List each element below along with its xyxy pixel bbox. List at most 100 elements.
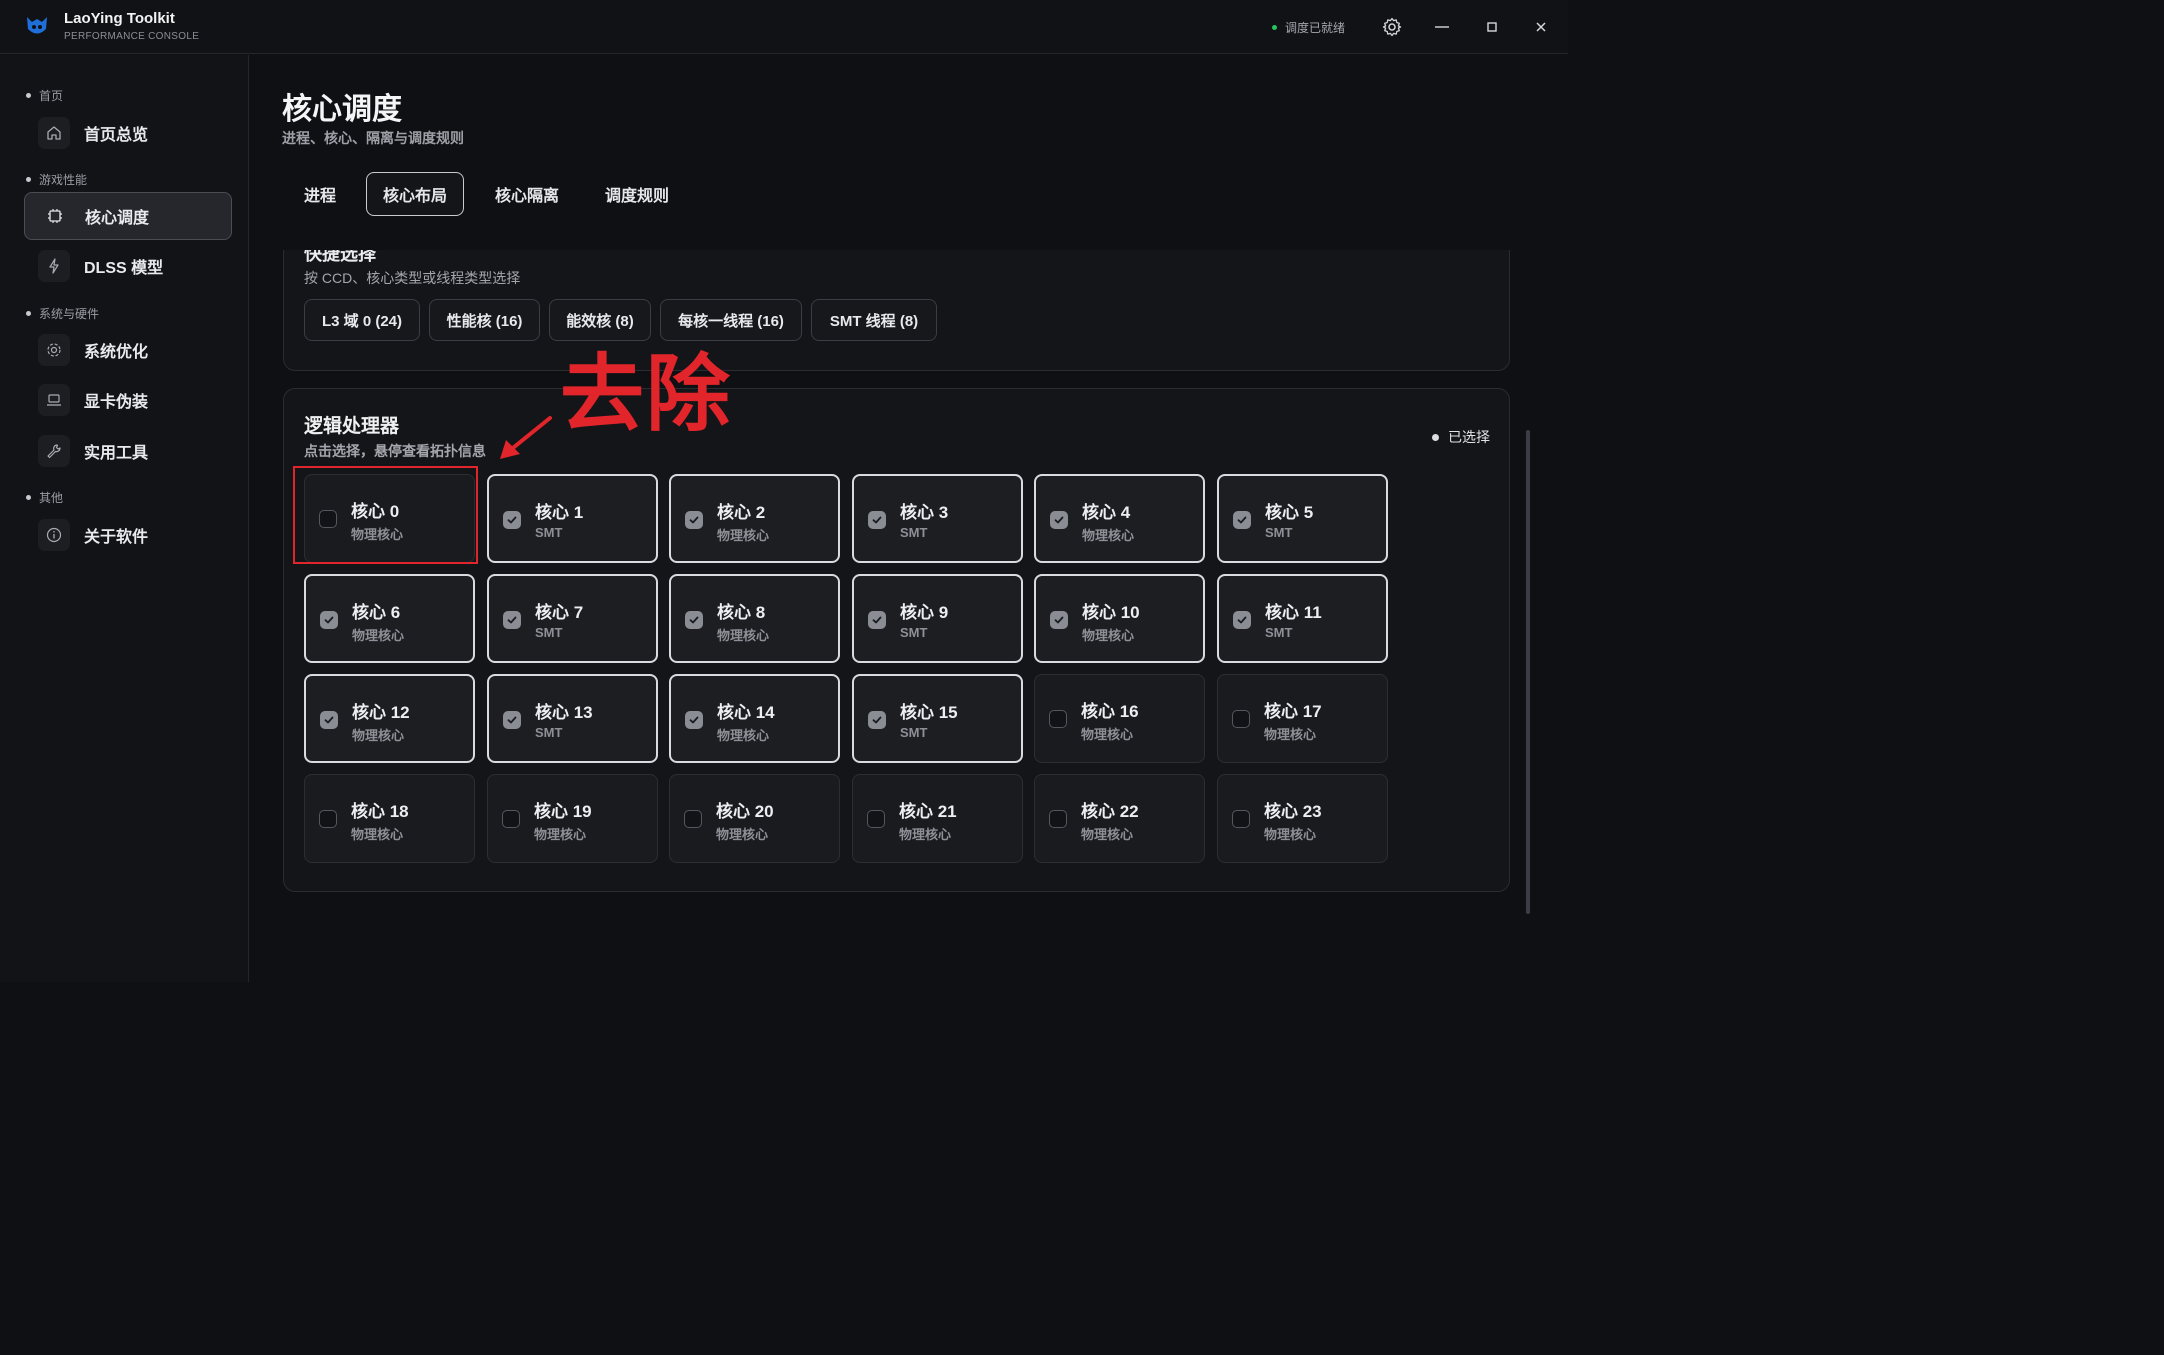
checkbox-checked-icon[interactable] xyxy=(868,711,886,729)
tab-core-isolation[interactable]: 核心隔离 xyxy=(478,172,576,216)
checkbox-unchecked-icon[interactable] xyxy=(1049,710,1067,728)
sidebar-item-about[interactable]: 关于软件 xyxy=(24,511,232,559)
settings-button[interactable] xyxy=(1379,14,1405,40)
core-name: 核心 10 xyxy=(1082,603,1140,622)
checkbox-checked-icon[interactable] xyxy=(320,711,338,729)
core-name: 核心 4 xyxy=(1082,503,1131,522)
tab-scheduling-rules[interactable]: 调度规则 xyxy=(588,172,686,216)
checkbox-checked-icon[interactable] xyxy=(1233,511,1251,529)
core-card[interactable]: 核心 20 物理核心 xyxy=(669,774,840,863)
core-type: 物理核心 xyxy=(716,827,769,842)
checkbox-checked-icon[interactable] xyxy=(503,711,521,729)
annotation-highlight-box xyxy=(293,466,478,564)
chip-performance-cores[interactable]: 性能核 (16) xyxy=(429,299,540,341)
sidebar-group-other: 其他 xyxy=(26,489,63,506)
core-card[interactable]: 核心 13 SMT xyxy=(487,674,658,763)
sidebar-item-system-optimize[interactable]: 系统优化 xyxy=(24,326,232,374)
checkbox-checked-icon[interactable] xyxy=(685,511,703,529)
sidebar-item-dlss-model[interactable]: DLSS 模型 xyxy=(24,242,232,290)
sidebar-item-utilities[interactable]: 实用工具 xyxy=(24,427,232,475)
core-card[interactable]: 核心 11 SMT xyxy=(1217,574,1388,663)
core-card[interactable]: 核心 2 物理核心 xyxy=(669,474,840,563)
cpu-chip-icon xyxy=(39,200,71,232)
sidebar-group-home: 首页 xyxy=(26,87,63,104)
checkbox-unchecked-icon[interactable] xyxy=(319,810,337,828)
core-card[interactable]: 核心 21 物理核心 xyxy=(852,774,1023,863)
logical-processor-subtitle: 点击选择，悬停查看拓扑信息 xyxy=(304,443,486,459)
core-card[interactable]: 核心 18 物理核心 xyxy=(304,774,475,863)
checkbox-checked-icon[interactable] xyxy=(1050,611,1068,629)
checkbox-checked-icon[interactable] xyxy=(1050,511,1068,529)
scrollbar[interactable] xyxy=(1526,430,1530,914)
core-card[interactable]: 核心 16 物理核心 xyxy=(1034,674,1205,763)
core-card[interactable]: 核心 12 物理核心 xyxy=(304,674,475,763)
close-button[interactable] xyxy=(1528,14,1554,40)
checkbox-checked-icon[interactable] xyxy=(320,611,338,629)
chip-one-thread-per-core[interactable]: 每核一线程 (16) xyxy=(660,299,802,341)
core-type: SMT xyxy=(1265,625,1293,640)
minimize-icon xyxy=(1435,26,1449,28)
checkbox-checked-icon[interactable] xyxy=(503,511,521,529)
core-name: 核心 11 xyxy=(1265,603,1322,622)
checkbox-checked-icon[interactable] xyxy=(868,611,886,629)
checkbox-checked-icon[interactable] xyxy=(868,511,886,529)
core-name: 核心 22 xyxy=(1081,802,1139,821)
sidebar-group-system: 系统与硬件 xyxy=(26,305,99,322)
core-type: 物理核心 xyxy=(1082,528,1135,543)
core-card[interactable]: 核心 23 物理核心 xyxy=(1217,774,1388,863)
core-card[interactable]: 核心 4 物理核心 xyxy=(1034,474,1205,563)
logical-processor-card: 逻辑处理器 点击选择，悬停查看拓扑信息 已选择 核心 0 物理核心 核心 1 SMT 核… xyxy=(283,388,1510,892)
core-card[interactable]: 核心 7 SMT xyxy=(487,574,658,663)
minimize-button[interactable] xyxy=(1429,14,1455,40)
core-type: 物理核心 xyxy=(1264,827,1317,842)
checkbox-unchecked-icon[interactable] xyxy=(867,810,885,828)
sidebar-item-home-overview[interactable]: 首页总览 xyxy=(24,109,232,157)
core-card[interactable]: 核心 10 物理核心 xyxy=(1034,574,1205,663)
core-card[interactable]: 核心 5 SMT xyxy=(1217,474,1388,563)
legend-label: 已选择 xyxy=(1448,429,1490,445)
annotation-arrow-icon xyxy=(500,416,552,459)
sidebar-item-core-scheduling[interactable]: 核心调度 xyxy=(24,192,232,240)
tab-process[interactable]: 进程 xyxy=(288,172,352,216)
checkbox-unchecked-icon[interactable] xyxy=(1049,810,1067,828)
checkbox-checked-icon[interactable] xyxy=(503,611,521,629)
chip-efficiency-cores[interactable]: 能效核 (8) xyxy=(549,299,651,341)
checkbox-unchecked-icon[interactable] xyxy=(502,810,520,828)
core-card[interactable]: 核心 1 SMT xyxy=(487,474,658,563)
maximize-button[interactable] xyxy=(1479,14,1505,40)
checkbox-unchecked-icon[interactable] xyxy=(1232,810,1250,828)
core-type: 物理核心 xyxy=(351,827,404,842)
core-name: 核心 5 xyxy=(1265,503,1314,522)
core-name: 核心 3 xyxy=(900,503,949,522)
core-name: 核心 13 xyxy=(535,703,593,722)
sidebar-item-label: 实用工具 xyxy=(84,445,149,462)
core-card[interactable]: 核心 17 物理核心 xyxy=(1217,674,1388,763)
core-name: 核心 19 xyxy=(534,802,592,821)
chip-l3-domain-0[interactable]: L3 域 0 (24) xyxy=(304,299,420,341)
tab-core-layout[interactable]: 核心布局 xyxy=(366,172,464,216)
core-name: 核心 17 xyxy=(1264,702,1322,721)
core-card[interactable]: 核心 22 物理核心 xyxy=(1034,774,1205,863)
checkbox-checked-icon[interactable] xyxy=(685,711,703,729)
core-type: 物理核心 xyxy=(352,728,405,743)
chip-smt-threads[interactable]: SMT 线程 (8) xyxy=(811,299,937,341)
checkbox-unchecked-icon[interactable] xyxy=(684,810,702,828)
close-icon xyxy=(1536,22,1546,32)
checkbox-checked-icon[interactable] xyxy=(1233,611,1251,629)
gear-icon xyxy=(38,334,70,366)
core-type: 物理核心 xyxy=(534,827,587,842)
core-type: SMT xyxy=(900,625,928,640)
checkbox-unchecked-icon[interactable] xyxy=(1232,710,1250,728)
core-card[interactable]: 核心 14 物理核心 xyxy=(669,674,840,763)
core-name: 核心 12 xyxy=(352,703,410,722)
checkbox-checked-icon[interactable] xyxy=(685,611,703,629)
app-subtitle: PERFORMANCE CONSOLE xyxy=(64,31,200,42)
core-card[interactable]: 核心 8 物理核心 xyxy=(669,574,840,663)
sidebar-item-gpu-spoof[interactable]: 显卡伪装 xyxy=(24,376,232,424)
core-card[interactable]: 核心 15 SMT xyxy=(852,674,1023,763)
core-card[interactable]: 核心 19 物理核心 xyxy=(487,774,658,863)
core-card[interactable]: 核心 9 SMT xyxy=(852,574,1023,663)
core-type: 物理核心 xyxy=(352,628,405,643)
core-card[interactable]: 核心 6 物理核心 xyxy=(304,574,475,663)
core-card[interactable]: 核心 3 SMT xyxy=(852,474,1023,563)
